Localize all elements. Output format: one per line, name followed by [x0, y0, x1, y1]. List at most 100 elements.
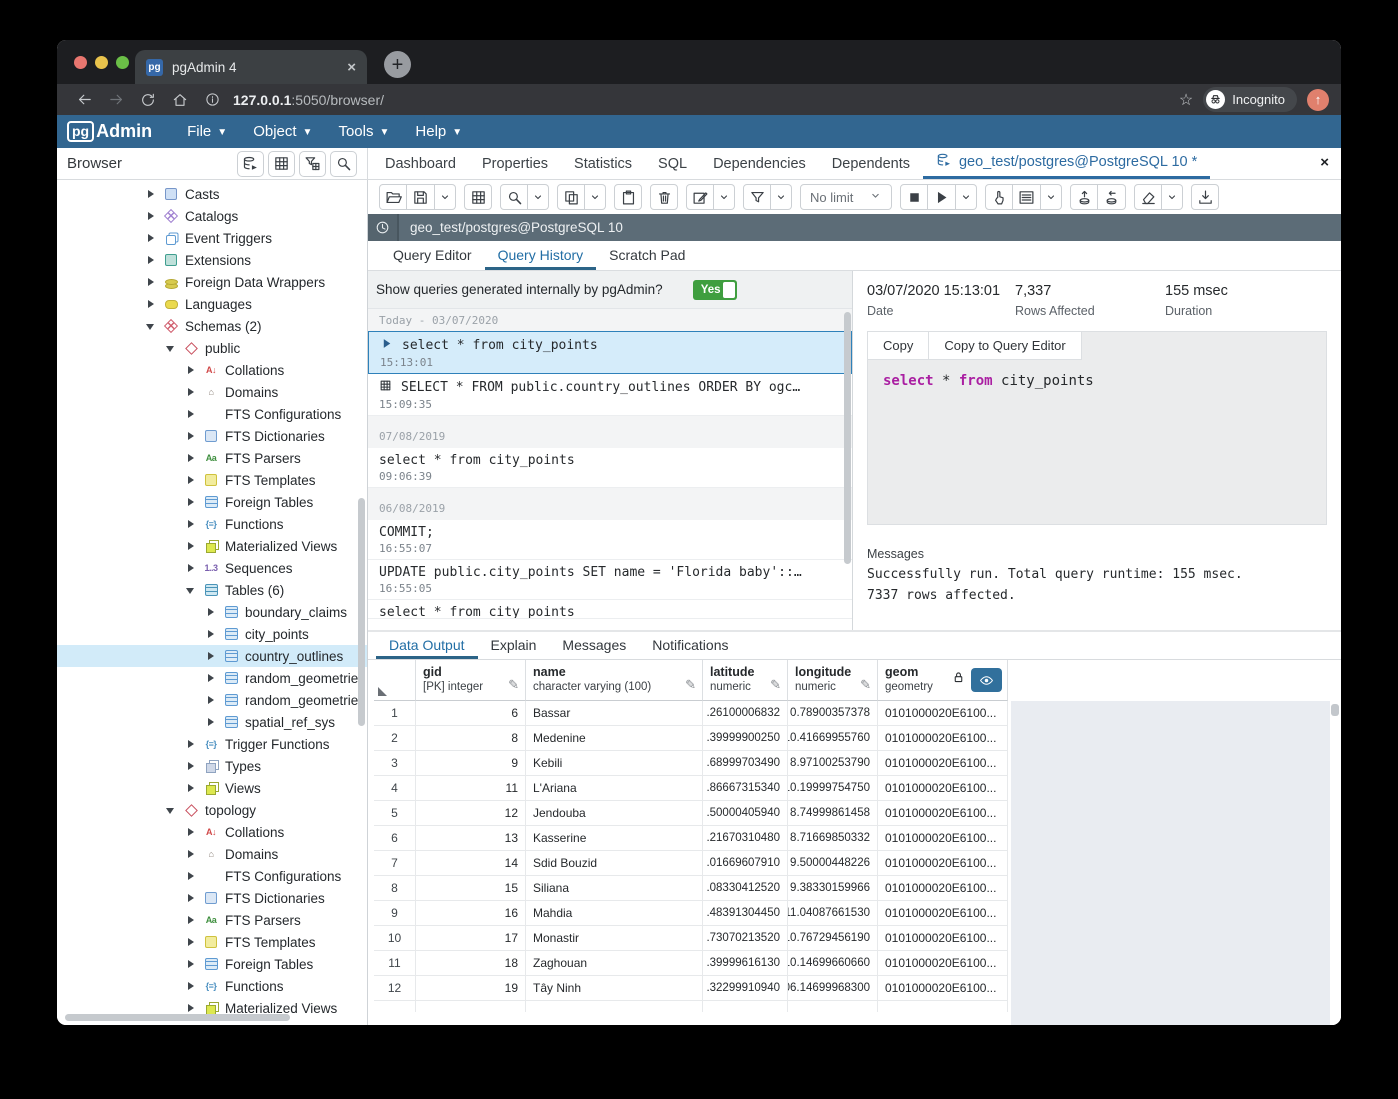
edit-button[interactable] — [686, 184, 714, 210]
row-number-cell[interactable]: 10 — [374, 926, 416, 951]
chevron-right-icon[interactable] — [146, 233, 157, 244]
history-entry[interactable]: select * from city_points15:13:01 — [368, 331, 852, 374]
tab-dependents[interactable]: Dependents — [819, 148, 923, 179]
tree-item-foreign-data-wrappers[interactable]: Foreign Data Wrappers — [57, 271, 367, 293]
new-tab-button[interactable]: + — [384, 51, 411, 78]
tree-item-extensions[interactable]: Extensions — [57, 249, 367, 271]
play-button[interactable] — [928, 184, 956, 210]
chevron-right-icon[interactable] — [186, 475, 197, 486]
data-cell[interactable]: 0101000020E6100... — [878, 926, 1008, 951]
data-cell[interactable]: Kasserine — [526, 826, 703, 851]
chevron-down-icon[interactable] — [528, 184, 549, 210]
column-header-geom[interactable]: geomgeometry — [878, 660, 1008, 701]
tree-item-trigger-functions[interactable]: {≡}Trigger Functions — [57, 733, 367, 755]
data-cell[interactable]: 8.97100253790 — [788, 751, 878, 776]
chevron-right-icon[interactable] — [146, 299, 157, 310]
tree-item-collations[interactable]: A↓Collations — [57, 821, 367, 843]
row-number-cell[interactable]: 5 — [374, 801, 416, 826]
tree-item-fts-templates[interactable]: FTS Templates — [57, 469, 367, 491]
tree-item-domains[interactable]: ⌂Domains — [57, 843, 367, 865]
chevron-down-icon[interactable] — [585, 184, 606, 210]
column-header-longitude[interactable]: longitudenumeric✎ — [788, 660, 878, 701]
history-entry[interactable]: COMMIT;16:55:07 — [368, 520, 852, 560]
menu-tools[interactable]: Tools▼ — [325, 115, 402, 148]
data-cell[interactable]: .32299910940 — [703, 976, 788, 1001]
tree-item-types[interactable]: Types — [57, 755, 367, 777]
explain-button[interactable] — [985, 184, 1013, 210]
show-internal-queries-toggle[interactable]: Yes — [693, 280, 737, 300]
reload-icon[interactable] — [133, 87, 163, 113]
chevron-right-icon[interactable] — [186, 959, 197, 970]
tree-item-foreign-tables[interactable]: Foreign Tables — [57, 491, 367, 513]
chevron-right-icon[interactable] — [186, 871, 197, 882]
chevron-right-icon[interactable] — [186, 365, 197, 376]
data-cell[interactable]: 0101000020E6100... — [878, 826, 1008, 851]
data-cell[interactable]: .08330412520 — [703, 876, 788, 901]
servers-icon[interactable] — [237, 151, 264, 177]
browser-tab[interactable]: pg pgAdmin 4 × — [135, 50, 367, 84]
data-cell[interactable]: Siliana — [526, 876, 703, 901]
data-cell[interactable]: 8.71669850332 — [788, 826, 878, 851]
tab-close-icon[interactable]: × — [347, 59, 356, 76]
row-number-cell[interactable]: 11 — [374, 951, 416, 976]
data-cell[interactable]: 0101000020E6100... — [878, 751, 1008, 776]
chevron-right-icon[interactable] — [146, 255, 157, 266]
tab-query-editor[interactable]: Query Editor — [380, 247, 485, 270]
chevron-right-icon[interactable] — [186, 519, 197, 530]
data-cell[interactable]: 15 — [416, 876, 526, 901]
download-button[interactable] — [1191, 184, 1219, 210]
history-entry[interactable]: SELECT * FROM public.country_outlines OR… — [368, 374, 852, 416]
chevron-right-icon[interactable] — [186, 761, 197, 772]
row-number-cell[interactable]: 8 — [374, 876, 416, 901]
tree-item-catalogs[interactable]: Catalogs — [57, 205, 367, 227]
data-cell[interactable]: 0101000020E6100... — [878, 901, 1008, 926]
data-cell[interactable]: Zaghouan — [526, 951, 703, 976]
chevron-right-icon[interactable] — [146, 277, 157, 288]
data-cell[interactable]: 0101000020E6100... — [878, 726, 1008, 751]
history-scrollbar[interactable] — [844, 312, 851, 564]
chevron-right-icon[interactable] — [206, 607, 217, 618]
data-cell[interactable]: .86667315340 — [703, 776, 788, 801]
chevron-right-icon[interactable] — [186, 563, 197, 574]
rollback-button[interactable] — [1098, 184, 1126, 210]
tree-item-views[interactable]: Views — [57, 777, 367, 799]
bookmark-star-icon[interactable]: ☆ — [1179, 90, 1193, 110]
data-cell[interactable]: .68999703490 — [703, 751, 788, 776]
data-cell[interactable]: .21670310480 — [703, 826, 788, 851]
row-limit-select[interactable]: No limit — [800, 184, 892, 210]
tree-item-country-outlines[interactable]: country_outlines — [57, 645, 367, 667]
chevron-right-icon[interactable] — [146, 189, 157, 200]
tree-item-fts-dictionaries[interactable]: FTS Dictionaries — [57, 887, 367, 909]
tab-scratch-pad[interactable]: Scratch Pad — [596, 247, 698, 270]
tree-item-foreign-tables[interactable]: Foreign Tables — [57, 953, 367, 975]
chevron-right-icon[interactable] — [186, 981, 197, 992]
history-entry[interactable]: UPDATE public.city_points SET name = 'Fl… — [368, 560, 852, 600]
chevron-right-icon[interactable] — [186, 739, 197, 750]
stop-button[interactable] — [900, 184, 928, 210]
chevron-right-icon[interactable] — [186, 387, 197, 398]
data-cell[interactable]: Tây Ninh — [526, 976, 703, 1001]
tree-item-fts-parsers[interactable]: AaFTS Parsers — [57, 909, 367, 931]
data-cell[interactable]: .73070213520 — [703, 926, 788, 951]
select-all-header[interactable] — [374, 660, 416, 701]
data-cell[interactable]: Bassar — [526, 701, 703, 726]
tab-dashboard[interactable]: Dashboard — [372, 148, 469, 179]
tree-item-sequences[interactable]: 1..3Sequences — [57, 557, 367, 579]
edit-grid-button[interactable] — [464, 184, 492, 210]
tree-item-random-geometries[interactable]: random_geometries — [57, 689, 367, 711]
table-icon[interactable] — [268, 151, 295, 177]
tab-notifications[interactable]: Notifications — [639, 637, 741, 659]
menu-help[interactable]: Help▼ — [402, 115, 475, 148]
data-cell[interactable]: 106.14699968300 — [788, 976, 878, 1001]
data-cell[interactable]: 8.74999861458 — [788, 801, 878, 826]
tab-dependencies[interactable]: Dependencies — [700, 148, 819, 179]
chevron-down-icon[interactable] — [435, 184, 456, 210]
chevron-right-icon[interactable] — [206, 695, 217, 706]
data-cell[interactable]: 12 — [416, 801, 526, 826]
tree-item-fts-parsers[interactable]: AaFTS Parsers — [57, 447, 367, 469]
tab-sql[interactable]: SQL — [645, 148, 700, 179]
chevron-right-icon[interactable] — [186, 915, 197, 926]
chevron-down-icon[interactable] — [1041, 184, 1062, 210]
row-number-cell[interactable]: 4 — [374, 776, 416, 801]
chevron-right-icon[interactable] — [186, 783, 197, 794]
